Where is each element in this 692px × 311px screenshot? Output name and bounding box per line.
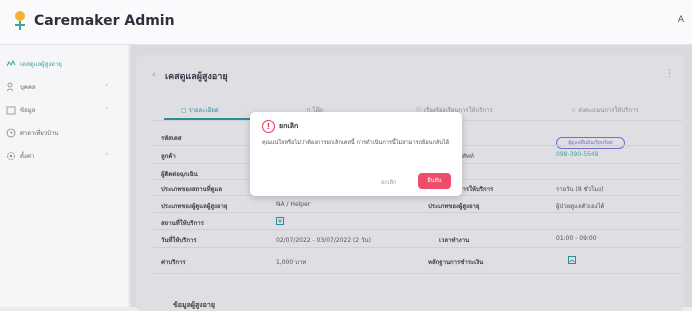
top-bar: Caremaker Admin A xyxy=(0,0,692,45)
row-label-place-type: ประเภทของสถานที่ดูแล xyxy=(161,186,223,193)
caregiver-type-value: NA / Helper xyxy=(276,201,311,208)
tab-label: ส่งคะแนนการให้บริการ xyxy=(578,107,639,114)
image-icon[interactable] xyxy=(568,256,576,264)
avatar[interactable]: A xyxy=(678,15,684,25)
service-type-value: รายวัน (8 ชั่วโมง) xyxy=(556,186,604,193)
dialog-cancel-button[interactable]: ยกเลิก xyxy=(381,179,396,187)
chevron-icon: ‹ xyxy=(105,81,108,89)
clock-icon xyxy=(6,128,16,138)
cancel-case-dialog: ! ยกเลิก คุณแน่ใจหรือไม่ว่าต้องการยกเลิก… xyxy=(250,112,462,196)
row-divider xyxy=(152,273,682,274)
working-hours-value: 01:00 - 09:00 xyxy=(556,235,597,242)
service-fee-value: 1,000 บาท xyxy=(276,259,307,266)
folder-icon xyxy=(6,106,16,115)
chevron-icon: ‹ xyxy=(105,104,108,112)
sidebar-item-label: ข้อมูล xyxy=(20,107,36,114)
row-label-customer: ลูกค้า xyxy=(161,153,176,160)
sidebar-item-data[interactable]: ข้อมูล ‹ xyxy=(0,101,128,121)
row-label-elderly-type: ประเภทของผู้สูงอายุ xyxy=(428,203,480,210)
warning-icon: ! xyxy=(262,120,275,133)
brand-logo-icon xyxy=(15,11,25,30)
row-label-case-id: รหัสเคส xyxy=(161,135,182,142)
row-label-service-date: วันที่ให้บริการ xyxy=(161,237,197,244)
sidebar-item-visits[interactable]: ศาลาเที่ยวบ้าน xyxy=(0,124,128,144)
sidebar-item-label: ตั้งค่า xyxy=(20,153,35,160)
page-title: เคสดูแลผู้สูงอายุ xyxy=(165,72,228,82)
sidebar-item-label: ศาลาเที่ยวบ้าน xyxy=(20,130,59,137)
sidebar-item-settings[interactable]: ตั้งค่า ‹ xyxy=(0,147,128,167)
sidebar: เคสดูแลผู้สูงอายุ บุคคล ‹ ข้อมูล ‹ ศาลาเ… xyxy=(0,45,128,307)
service-date-value: 02/07/2022 - 03/07/2022 (2 วัน) xyxy=(276,237,371,244)
chevron-icon: ‹ xyxy=(105,150,108,158)
row-label-caregiver-type: ประเภทของผู้ดูแลผู้สูงอายุ xyxy=(161,203,228,210)
gear-icon xyxy=(7,152,15,160)
section-title-elderly-info: ข้อมูลผู้สูงอายุ xyxy=(173,301,215,309)
users-icon xyxy=(6,82,14,92)
sidebar-item-people[interactable]: บุคคล ‹ xyxy=(0,78,128,98)
caregiver-icon xyxy=(6,59,16,67)
back-icon[interactable]: ‹ xyxy=(152,70,156,80)
dialog-title: ยกเลิก xyxy=(279,122,299,130)
sidebar-item-label: บุคคล xyxy=(20,84,36,91)
phone-value[interactable]: 098-390-5549 xyxy=(556,151,599,158)
tab-details[interactable]: ▢ รายละเอียด xyxy=(181,105,219,115)
row-label-service-location: สถานที่ให้บริการ xyxy=(161,220,204,227)
row-divider xyxy=(152,212,682,213)
status-badge: ผู้ดูแลยืนยันเรียบร้อย xyxy=(556,137,625,149)
row-divider xyxy=(152,247,682,248)
row-label-working-hours: เวลาทำงาน xyxy=(439,237,470,244)
more-options-icon[interactable]: ⋮ xyxy=(665,69,674,79)
elderly-type-value: ผู้ป่วยดูแลตัวเองได้ xyxy=(556,203,605,210)
dialog-confirm-button[interactable]: ยืนยัน xyxy=(418,173,451,189)
dialog-message: คุณแน่ใจหรือไม่ว่าต้องการยกเลิกเคสนี้ กา… xyxy=(262,140,450,146)
row-label-payment-proof: หลักฐานการชำระเงิน xyxy=(428,259,484,266)
row-label-emergency-contact: ผู้ติดต่อฉุกเฉิน xyxy=(161,171,198,178)
tab-label: รายละเอียด xyxy=(188,107,219,114)
row-label-service-fee: ค่าบริการ xyxy=(161,259,186,266)
map-icon[interactable] xyxy=(276,217,284,225)
doc-icon: ▢ xyxy=(181,107,189,114)
sidebar-item-elderly-care-cases[interactable]: เคสดูแลผู้สูงอายุ xyxy=(0,55,128,75)
sidebar-item-label: เคสดูแลผู้สูงอายุ xyxy=(20,61,62,68)
brand-name: Caremaker Admin xyxy=(34,13,175,29)
tab-rating[interactable]: ☆ ส่งคะแนนการให้บริการ xyxy=(571,105,639,115)
row-divider xyxy=(152,229,682,230)
